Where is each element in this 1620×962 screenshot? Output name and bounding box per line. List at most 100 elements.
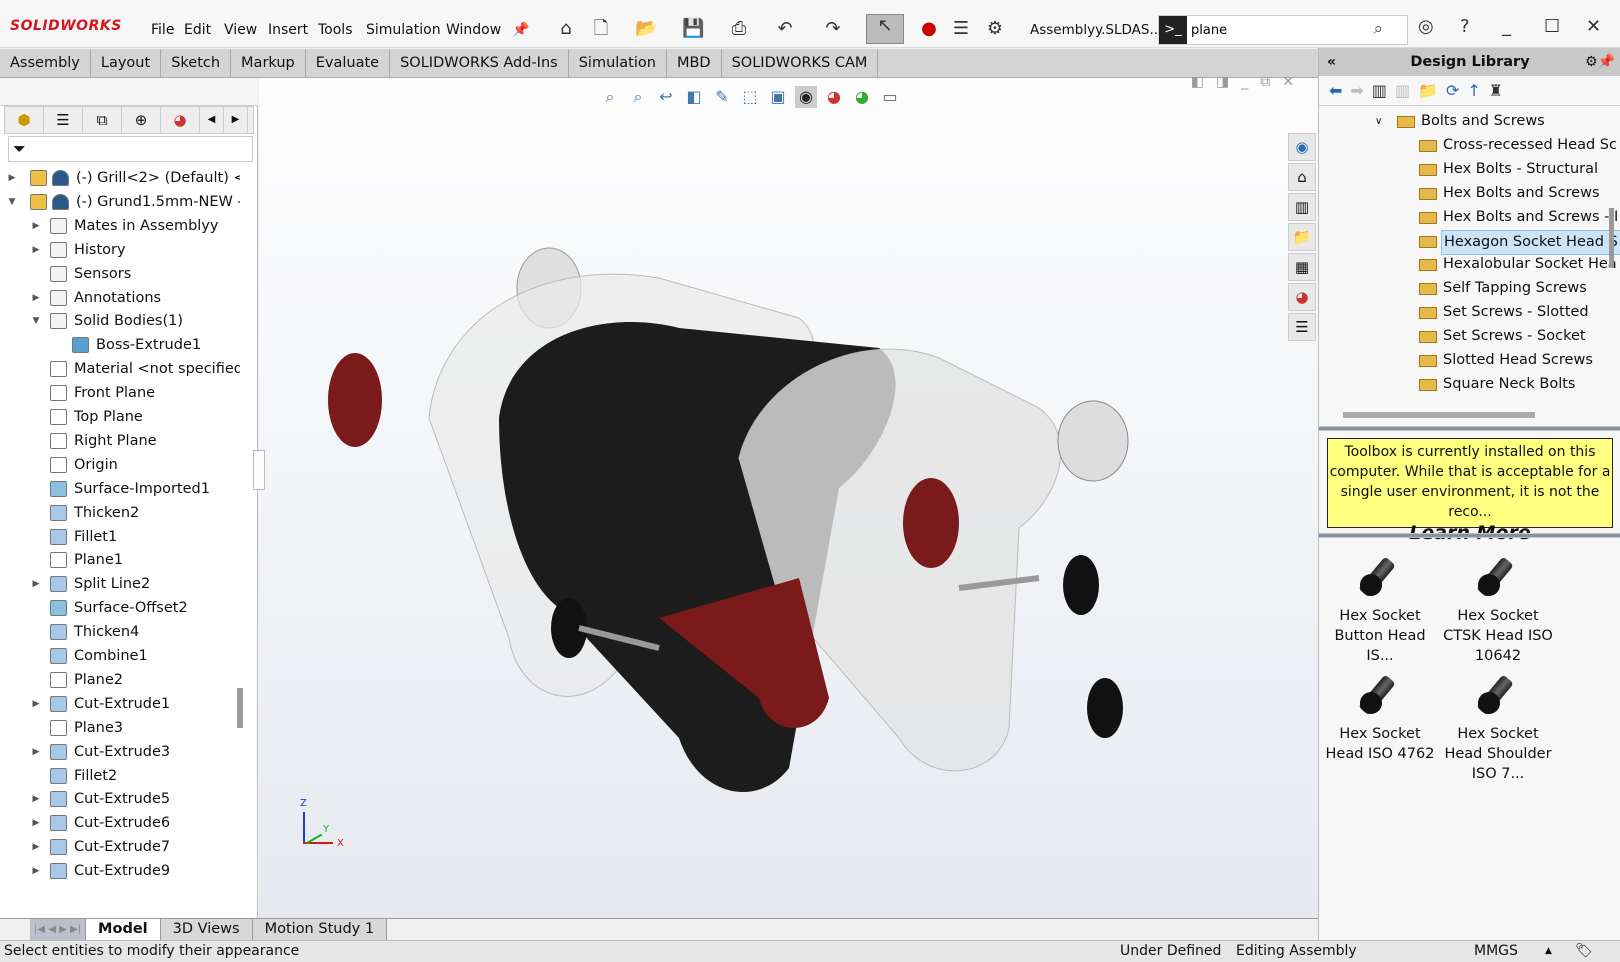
collapsed-chevron-icon[interactable]: ▶	[30, 286, 42, 310]
expanded-chevron-icon[interactable]: ▼	[6, 190, 18, 214]
add-file-location-icon[interactable]: ▥	[1395, 81, 1418, 100]
tree-item[interactable]: ▶ (-) Grill<2> (Default) <<	[0, 166, 240, 190]
tree-item[interactable]: Material <not specified>	[0, 357, 240, 381]
menu-tools[interactable]: Tools	[318, 22, 353, 38]
library-folder[interactable]: Hex Bolts and Screws	[1319, 182, 1609, 205]
add-to-library-icon[interactable]: ▥	[1372, 81, 1395, 100]
tree-item[interactable]: Thicken2	[0, 501, 240, 525]
library-folder[interactable]: Set Screws - Socket	[1319, 325, 1609, 348]
expanded-chevron-icon[interactable]: ▼	[30, 309, 42, 333]
tab-markup[interactable]: Markup	[231, 49, 306, 77]
edit-appearance-icon[interactable]: ◕	[823, 86, 845, 108]
configuration-manager-tab-icon[interactable]: ⧉	[83, 107, 122, 133]
previous-view-icon[interactable]: ↩	[655, 86, 677, 108]
tree-item[interactable]: Origin	[0, 453, 240, 477]
pin-icon[interactable]: 📌	[512, 22, 529, 38]
divider[interactable]	[1319, 426, 1620, 431]
library-item[interactable]: Hex Socket CTSK Head ISO 10642	[1439, 548, 1557, 666]
menu-file[interactable]: File	[151, 22, 174, 38]
display-style-icon[interactable]: ▣	[767, 86, 789, 108]
file-explorer-icon[interactable]: 📁	[1288, 223, 1316, 251]
tree-item[interactable]: Right Plane	[0, 429, 240, 453]
tab-model[interactable]: Model	[86, 919, 161, 940]
tree-item[interactable]: Boss-Extrude1	[0, 333, 240, 357]
command-search[interactable]: >_ ⌕	[1158, 15, 1408, 45]
tab-evaluate[interactable]: Evaluate	[306, 49, 391, 77]
tab-simulation[interactable]: Simulation	[569, 49, 667, 77]
collapsed-chevron-icon[interactable]: ▶	[30, 859, 42, 883]
panel-collapse-handle[interactable]	[253, 450, 265, 490]
minimize-button[interactable]: _	[1502, 16, 1511, 37]
menu-view[interactable]: View	[224, 22, 257, 38]
undo-icon[interactable]: ↶	[774, 18, 796, 40]
zoom-to-fit-icon[interactable]: ⌕	[599, 86, 621, 108]
toolbox-icon[interactable]: ♜	[1489, 81, 1511, 100]
tab-solidworks-add-ins[interactable]: SOLIDWORKS Add-Ins	[390, 49, 569, 77]
menu-edit[interactable]: Edit	[184, 22, 211, 38]
tree-item[interactable]: Fillet1	[0, 525, 240, 549]
collapsed-chevron-icon[interactable]: ▶	[30, 238, 42, 262]
apply-scene-icon[interactable]: ◕	[851, 86, 873, 108]
menu-window[interactable]: Window	[446, 22, 501, 38]
graphics-viewport[interactable]: ⌕ ⌕ ↩ ◧ ✎ ⬚ ▣ ◉ ◕ ◕ ▭ ◧◨_⧉✕ Z Y X	[253, 74, 1318, 918]
select-icon[interactable]: ↖	[866, 14, 904, 44]
tree-item[interactable]: Plane2	[0, 668, 240, 692]
tree-scrollbar[interactable]	[237, 688, 243, 728]
tree-item[interactable]: ▶ Cut-Extrude6	[0, 811, 240, 835]
tab-motion-study-1[interactable]: Motion Study 1	[252, 919, 388, 940]
collapsed-chevron-icon[interactable]: ▶	[30, 740, 42, 764]
tab-sketch[interactable]: Sketch	[161, 49, 232, 77]
divider[interactable]	[1319, 533, 1620, 538]
tree-item[interactable]: ▶ Cut-Extrude1	[0, 692, 240, 716]
scroll-right-icon[interactable]: ▶	[224, 107, 248, 133]
tree-item[interactable]: ▶ History	[0, 238, 240, 262]
help-icon[interactable]: ?	[1460, 16, 1470, 37]
tree-item[interactable]: Plane3	[0, 716, 240, 740]
collapsed-chevron-icon[interactable]: ▶	[30, 811, 42, 835]
tree-item[interactable]: ▶ Mates in Assemblyy	[0, 214, 240, 238]
library-folder[interactable]: ∨ Bolts and Screws	[1319, 110, 1609, 133]
save-icon[interactable]: 💾	[682, 18, 704, 40]
tree-item[interactable]: ▶ Annotations	[0, 286, 240, 310]
tree-item[interactable]: ▶ Split Line2	[0, 572, 240, 596]
appearances-icon[interactable]: ◕	[1288, 283, 1316, 311]
library-item[interactable]: Hex Socket Button Head IS...	[1321, 548, 1439, 666]
custom-properties-icon[interactable]: ☰	[1288, 313, 1316, 341]
up-icon[interactable]: ↑	[1467, 81, 1488, 100]
tab-scroll-arrows[interactable]: |◀ ◀ ▶ ▶|	[30, 919, 87, 940]
tree-item[interactable]: Top Plane	[0, 405, 240, 429]
tree-item[interactable]: Plane1	[0, 548, 240, 572]
library-item[interactable]: Hex Socket Head Shoulder ISO 7...	[1439, 666, 1557, 784]
search-icon[interactable]: ⌕	[1373, 19, 1383, 39]
options-gear-icon[interactable]: ⚙	[984, 18, 1006, 40]
zoom-to-area-icon[interactable]: ⌕	[627, 86, 649, 108]
redo-icon[interactable]: ↷	[822, 18, 844, 40]
collapse-icon[interactable]: «	[1327, 48, 1336, 76]
display-manager-tab-icon[interactable]: ◕	[161, 107, 200, 133]
view-palette-icon[interactable]: ▦	[1288, 253, 1316, 281]
library-item[interactable]: Hex Socket Head ISO 4762	[1321, 666, 1439, 764]
tab-assembly[interactable]: Assembly	[0, 49, 91, 77]
tree-item[interactable]: ▼ (-) Grund1.5mm-NEW - I	[0, 190, 240, 214]
menu-insert[interactable]: Insert	[268, 22, 308, 38]
exploded-assembly-model[interactable]	[319, 198, 1139, 798]
collapsed-chevron-icon[interactable]: ▶	[30, 787, 42, 811]
scroll-left-icon[interactable]: ◀	[200, 107, 224, 133]
panel-grip[interactable]	[0, 78, 258, 106]
library-folder[interactable]: Self Tapping Screws	[1319, 277, 1609, 300]
home-icon[interactable]: ⌂	[555, 18, 577, 40]
library-folder[interactable]: Hexalobular Socket Hea	[1319, 253, 1617, 276]
print-icon[interactable]: ⎙	[728, 18, 750, 40]
library-folder[interactable]: Hex Bolts - Structural	[1319, 158, 1609, 181]
library-vertical-scrollbar[interactable]	[1609, 208, 1614, 268]
hide-show-icon[interactable]: ◉	[795, 86, 817, 108]
close-button[interactable]: ✕	[1586, 16, 1601, 37]
library-tree-scrollbar[interactable]	[1343, 412, 1535, 418]
library-folder[interactable]: Hex Bolts and Screws - I	[1319, 206, 1618, 229]
tree-item[interactable]: ▶ Cut-Extrude7	[0, 835, 240, 859]
tree-item[interactable]: ▶ Cut-Extrude5	[0, 787, 240, 811]
tab-layout[interactable]: Layout	[91, 49, 162, 77]
view-settings-icon[interactable]: ▭	[879, 86, 901, 108]
unit-system[interactable]: MMGS	[1474, 941, 1518, 962]
library-folder[interactable]: Set Screws - Slotted	[1319, 301, 1609, 324]
